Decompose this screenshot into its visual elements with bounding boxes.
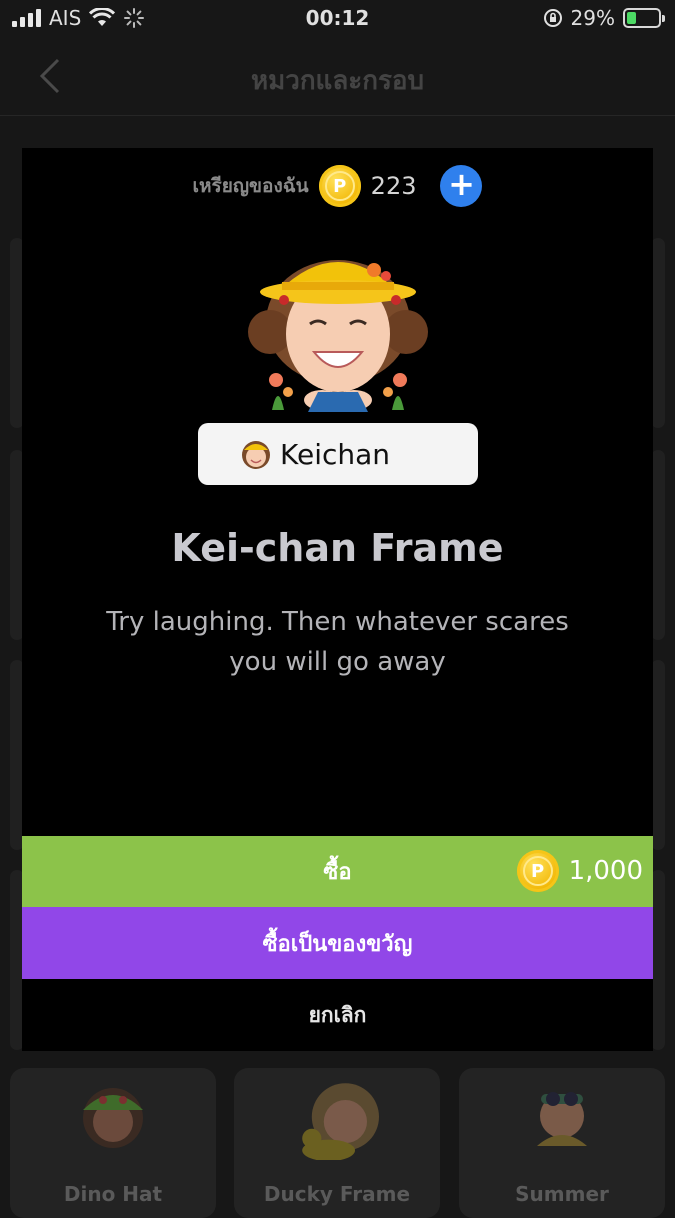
creator-name: Keichan bbox=[280, 437, 391, 471]
background-card bbox=[651, 238, 665, 428]
battery-level bbox=[627, 12, 636, 24]
coin-icon: P bbox=[516, 850, 559, 892]
item-label: Dino Hat bbox=[63, 1182, 163, 1206]
coin-symbol: P bbox=[324, 171, 355, 201]
status-bar: AIS 00:12 29% bbox=[0, 0, 675, 40]
price-text: 1,000 bbox=[568, 856, 643, 886]
item-label: Ducky Frame bbox=[263, 1182, 411, 1206]
coins-row: เหรียญของฉัน P 223 + bbox=[22, 164, 653, 208]
battery-percent: 29% bbox=[570, 6, 615, 30]
cancel-button[interactable]: ยกเลิก bbox=[22, 979, 653, 1051]
dino-hat-thumbnail bbox=[83, 1088, 143, 1148]
background-card bbox=[651, 870, 665, 1050]
item-card-ducky-frame[interactable]: Ducky Frame bbox=[234, 1068, 440, 1218]
coins-label: เหรียญของฉัน bbox=[192, 175, 309, 197]
item-description: Try laughing. Then whatever scares you w… bbox=[106, 607, 569, 677]
coin-symbol: P bbox=[522, 856, 553, 886]
coin-icon: P bbox=[318, 165, 361, 207]
buy-label: ซื้อ bbox=[323, 860, 352, 885]
item-title: Kei-chan Frame bbox=[171, 526, 504, 570]
background-card bbox=[651, 660, 665, 850]
orientation-lock-icon bbox=[543, 9, 562, 27]
item-card-summer[interactable]: Summer bbox=[459, 1068, 665, 1218]
creator-name-tag: Keichan bbox=[198, 423, 478, 485]
ducky-frame-thumbnail bbox=[302, 1083, 379, 1160]
item-label: Summer bbox=[515, 1182, 609, 1206]
page-header: หมวกและกรอบ bbox=[0, 40, 675, 116]
background-card bbox=[651, 450, 665, 640]
creator-avatar bbox=[242, 441, 270, 469]
buy-as-gift-button[interactable]: ซื้อเป็นของขวัญ bbox=[22, 907, 653, 979]
buy-button[interactable]: ซื้อ P 1,000 bbox=[22, 836, 653, 907]
frame-preview-image bbox=[248, 260, 428, 412]
purchase-modal: เหรียญของฉัน P 223 + Keichan Kei-chan Fr… bbox=[22, 148, 653, 1051]
status-right: 29% bbox=[543, 6, 665, 30]
page-title: หมวกและกรอบ bbox=[250, 66, 425, 96]
summer-thumbnail bbox=[537, 1092, 587, 1146]
item-card-dino-hat[interactable]: Dino Hat bbox=[10, 1068, 216, 1218]
battery-icon bbox=[623, 8, 665, 28]
buy-price: P 1,000 bbox=[516, 850, 643, 892]
add-coins-button[interactable]: + bbox=[440, 165, 483, 207]
coins-count: 223 bbox=[370, 172, 417, 200]
